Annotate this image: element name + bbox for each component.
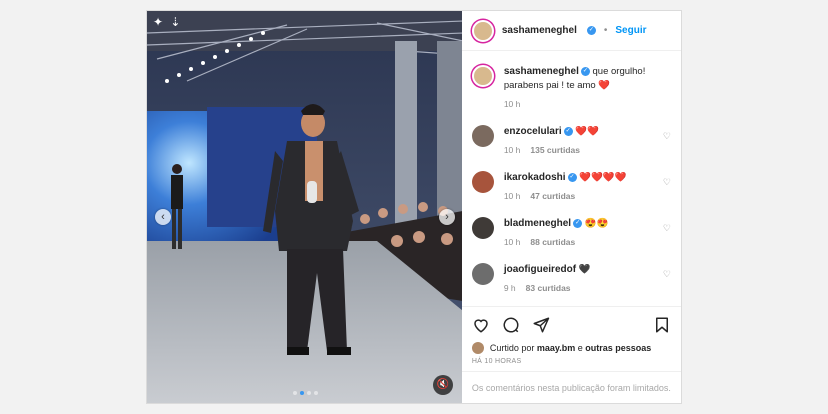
post-media[interactable]: ✦ ⇣ ‹ › 🔇 [147, 11, 462, 403]
verified-badge-icon: ✓ [586, 26, 596, 35]
commenter-username[interactable]: enzocelulari [504, 126, 562, 137]
next-slide-button[interactable]: › [439, 209, 455, 225]
comment-text: ❤️❤️❤️❤️ [579, 172, 627, 183]
caption: sashameneghel ✓ que orgulho! parabens pai… [471, 65, 671, 111]
heart-emoji: ❤️ [598, 80, 611, 91]
comment-time: 9 h [503, 283, 516, 293]
comments-limited-notice: Os comentários nesta publicação foram li… [461, 371, 681, 403]
comment-time: 10 h [503, 145, 521, 155]
caption-username[interactable]: sashameneghel [504, 66, 579, 77]
carousel-dot [307, 391, 311, 395]
comment-text: ❤️❤️ [575, 126, 599, 137]
share-send-icon[interactable] [532, 316, 550, 334]
comment-likes[interactable]: 135 curtidas [530, 145, 580, 155]
post-side-panel: sashameneghel ✓ • Seguir sashameneghel ✓ … [461, 11, 681, 403]
like-comment-heart-icon[interactable]: ♡ [663, 131, 671, 142]
comment-text: 🖤 [578, 264, 591, 275]
comment-bubble-icon[interactable] [502, 316, 520, 334]
verified-badge-icon: ✓ [573, 218, 583, 228]
video-indicator-icon: ✦ ⇣ [153, 15, 183, 29]
liked-by-others[interactable]: outras pessoas [585, 343, 651, 353]
liked-by-conjunction: e [577, 343, 583, 353]
commenter-avatar[interactable] [471, 263, 494, 285]
caption-text-line2: parabens pai ! te amo [503, 80, 596, 91]
follow-button[interactable]: Seguir [615, 25, 646, 36]
commenter-avatar[interactable] [471, 171, 494, 193]
commenter-avatar[interactable] [471, 125, 494, 147]
carousel-dot-active [300, 391, 304, 395]
save-bookmark-icon[interactable] [653, 316, 671, 334]
comment-likes[interactable]: 88 curtidas [530, 237, 575, 247]
verified-badge-icon: ✓ [567, 172, 577, 182]
like-comment-heart-icon[interactable]: ♡ [663, 177, 671, 188]
mute-button[interactable]: 🔇 [433, 375, 453, 395]
comment-item: joaofigueiredof 🖤 9 h 83 curtidas ♡ [471, 263, 671, 295]
liked-by-prefix: Curtido por [489, 343, 535, 353]
mute-icon: 🔇 [436, 379, 450, 390]
comment-time: 10 h [503, 191, 521, 201]
liked-by: Curtido por maay.bm e outras pessoas [462, 342, 681, 354]
commenter-avatar[interactable] [471, 217, 494, 239]
carousel-dot [314, 391, 318, 395]
like-comment-heart-icon[interactable]: ♡ [663, 269, 671, 280]
commenter-username[interactable]: joaofigueiredof [504, 264, 576, 275]
comment-likes[interactable]: 83 curtidas [526, 283, 571, 293]
carousel-dot [293, 391, 297, 395]
comment-time: 10 h [503, 237, 521, 247]
caption-time: 10 h [503, 99, 521, 109]
comment-item: ikarokadoshi ✓ ❤️❤️❤️❤️ 10 h 47 curtidas ♡ [471, 171, 671, 203]
comment-text: 😍😍 [584, 218, 609, 229]
post-card: ✦ ⇣ ‹ › 🔇 sashameneghel ✓ • Seguir sasha… [146, 10, 682, 404]
comment-likes[interactable]: 47 curtidas [530, 191, 575, 201]
author-avatar[interactable] [471, 19, 494, 42]
header-separator: • [603, 25, 608, 36]
author-username[interactable]: sashameneghel [502, 25, 577, 36]
liker-avatar[interactable] [471, 342, 484, 354]
verified-badge-icon: ✓ [563, 126, 573, 136]
comment-item: bladmeneghel ✓ 😍😍 10 h 88 curtidas ♡ [471, 217, 671, 249]
previous-slide-button[interactable]: ‹ [155, 209, 171, 225]
comments-list: sashameneghel ✓ que orgulho! parabens pai… [462, 51, 681, 306]
like-comment-heart-icon[interactable]: ♡ [663, 223, 671, 234]
like-heart-icon[interactable] [472, 316, 490, 334]
commenter-username[interactable]: bladmeneghel [504, 218, 571, 229]
commenter-username[interactable]: ikarokadoshi [504, 172, 566, 183]
post-actions [461, 306, 681, 342]
caption-avatar[interactable] [471, 65, 494, 87]
carousel-dots [293, 391, 318, 395]
post-timestamp: HÁ 10 HORAS [471, 358, 522, 365]
liked-by-user[interactable]: maay.bm [537, 343, 575, 353]
verified-badge-icon: ✓ [580, 66, 590, 76]
post-header: sashameneghel ✓ • Seguir [461, 11, 681, 51]
comment-item: enzocelulari ✓ ❤️❤️ 10 h 135 curtidas ♡ [471, 125, 671, 157]
runway-photo [147, 11, 462, 403]
caption-text-line1: que orgulho! [592, 66, 646, 77]
